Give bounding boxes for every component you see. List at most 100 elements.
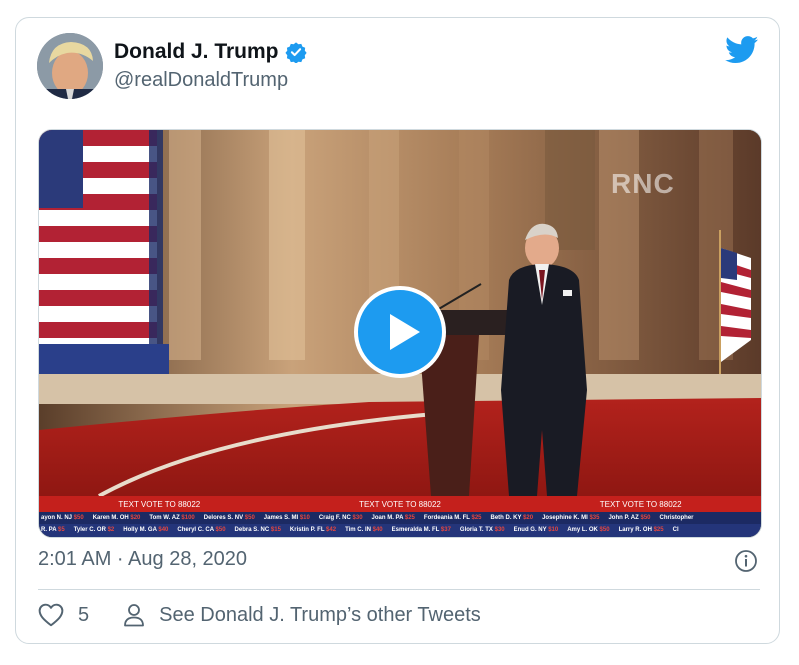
ticker-donor: Tom W. AZ $100: [149, 515, 194, 521]
divider: [38, 589, 760, 590]
ticker-donor-amount: $10: [546, 527, 559, 533]
ticker-donor-amount: $5: [56, 527, 65, 533]
ticker-vote-text: TEXT VOTE TO 88022: [359, 499, 441, 509]
ticker-donor: Karen M. OH $20: [93, 515, 141, 521]
see-other-tweets-link[interactable]: See Donald J. Trump’s other Tweets: [123, 603, 481, 627]
ticker-donor: Cl: [673, 527, 679, 533]
ticker-donor-amount: $100: [179, 515, 195, 521]
ticker-donor: Cheryl C. CA $50: [177, 527, 225, 533]
ticker-donor: R. PA $5: [41, 527, 65, 533]
ticker-vote-text: TEXT VOTE TO 88022: [118, 499, 201, 509]
ticker-donor-amount: $50: [638, 515, 651, 521]
video-player[interactable]: RNC TEXT VOTE TO 88022 TEXT VOTE TO 88022…: [38, 129, 762, 538]
ticker-donor: Esmeralda M. FL $37: [392, 527, 451, 533]
ticker-donor-name: ayon N. NJ: [41, 515, 73, 521]
ticker-donor: Delores S. NV $50: [204, 515, 255, 521]
ticker-donor-name: Enud G. NY: [513, 527, 547, 533]
ticker-donor: Larry R. OH $25: [619, 527, 664, 533]
verified-badge-icon: [284, 42, 307, 63]
display-name[interactable]: Donald J. Trump: [114, 40, 279, 64]
ticker-donor-amount: $2: [105, 527, 115, 533]
handle[interactable]: @realDonaldTrump: [114, 69, 288, 92]
info-icon[interactable]: [734, 549, 758, 573]
ticker-donor-name: Tom W. AZ: [149, 515, 180, 521]
tweet-card: Donald J. Trump @realDonaldTrump RNC TEX…: [15, 17, 780, 644]
ticker-donor-name: Amy L. OK: [567, 527, 598, 533]
ticker-donor-name: Beth D. KY: [490, 515, 522, 521]
ticker-donor: Kristin P. FL $42: [290, 527, 336, 533]
ticker-donor-amount: $42: [324, 527, 337, 533]
ticker-donor-amount: $25: [403, 515, 415, 521]
ticker-donor-amount: $35: [587, 515, 600, 521]
like-count: 5: [78, 603, 90, 626]
ticker-donor: Joan M. PA $25: [372, 515, 415, 521]
ticker-donor: Gloria T. TX $30: [460, 527, 505, 533]
ticker-donor-name: R. PA: [41, 527, 57, 533]
ticker-row: ayon N. NJ $50 Karen M. OH $20 Tom W. AZ $…: [39, 512, 761, 524]
ticker-vote-text: TEXT VOTE TO 88022: [599, 499, 682, 509]
person-icon: [124, 604, 145, 627]
ticker-donor: Christopher: [660, 515, 694, 521]
ticker-donor-amount: $25: [651, 527, 664, 533]
ticker-donor-amount: $37: [439, 527, 451, 533]
heart-icon: [38, 603, 64, 627]
ticker-donor: Tim C. IN $40: [345, 527, 383, 533]
ticker-donor: James S. MI $10: [264, 515, 310, 521]
ticker-donor: ayon N. NJ $50: [41, 515, 84, 521]
ticker-vote-banner: TEXT VOTE TO 88022 TEXT VOTE TO 88022 TEXT…: [39, 496, 761, 512]
ticker-donor-name: Karen M. OH: [92, 515, 129, 521]
ticker-donor: Tyler C. OR $2: [74, 527, 115, 533]
ticker-donor: Fordeania M. FL $25: [424, 515, 482, 521]
ticker-donor-amount: $15: [269, 527, 281, 533]
tweet-actions: 5 See Donald J. Trump’s other Tweets: [38, 603, 481, 627]
ticker-donor: Enud G. NY $10: [514, 527, 559, 533]
ticker-donor: Craig F. NC $30: [319, 515, 363, 521]
ticker-donor: John P. AZ $50: [608, 515, 650, 521]
ticker-donor-name: Josephine K. MI: [542, 515, 588, 521]
like-button[interactable]: 5: [38, 603, 89, 627]
play-button[interactable]: [354, 286, 446, 378]
ticker-donor-name: Holly M. GA: [123, 527, 157, 533]
ticker-donor-amount: $50: [213, 527, 226, 533]
ticker-donor-amount: $40: [156, 527, 169, 533]
ticker-donor-amount: $20: [521, 515, 534, 521]
ticker-donor-name: James S. MI: [263, 515, 299, 521]
donation-ticker: TEXT VOTE TO 88022 TEXT VOTE TO 88022 TEXT…: [39, 496, 761, 537]
ticker-donor-name: Christopher: [659, 515, 694, 521]
ticker-donor-name: Cheryl C. CA: [177, 527, 214, 533]
ticker-donor-name: Larry R. OH: [618, 527, 652, 533]
ticker-donor-name: John P. AZ: [608, 515, 639, 521]
ticker-donor-name: Esmeralda M. FL: [391, 527, 440, 533]
ticker-donor: Josephine K. MI $35: [542, 515, 599, 521]
ticker-donor-amount: $30: [350, 515, 363, 521]
ticker-row: R. PA $5 Tyler C. OR $2 Holly M. GA $40 Che…: [39, 524, 761, 537]
tweet-timestamp[interactable]: 2:01 AM · Aug 28, 2020: [38, 548, 247, 571]
ticker-donor-amount: $50: [72, 515, 84, 521]
ticker-donor-name: Fordeania M. FL: [423, 515, 470, 521]
ticker-donor-name: Cl: [672, 527, 679, 533]
ticker-donor-amount: $30: [492, 527, 505, 533]
ticker-donor: Amy L. OK $50: [567, 527, 609, 533]
ticker-donor-name: Delores S. NV: [203, 515, 244, 521]
see-other-tweets-label: See Donald J. Trump’s other Tweets: [159, 603, 481, 626]
ticker-donor-name: Joan M. PA: [371, 515, 404, 521]
ticker-donor-name: Tim C. IN: [345, 527, 371, 533]
avatar[interactable]: [37, 33, 103, 99]
ticker-donor-name: Tyler C. OR: [73, 527, 106, 533]
ticker-donor-amount: $25: [469, 515, 482, 521]
ticker-donor-name: Kristin P. FL: [289, 527, 325, 533]
ticker-donor-amount: $20: [128, 515, 141, 521]
ticker-donor: Holly M. GA $40: [123, 527, 168, 533]
ticker-donor: Beth D. KY $20: [491, 515, 534, 521]
ticker-donor-amount: $50: [597, 527, 610, 533]
ticker-donor: Debra S. NC $15: [235, 527, 281, 533]
ticker-donor-name: Craig F. NC: [318, 515, 351, 521]
rnc-watermark: RNC: [611, 168, 675, 199]
play-icon: [390, 314, 420, 350]
ticker-donor-name: Gloria T. TX: [459, 527, 493, 533]
ticker-donor-amount: $40: [370, 527, 383, 533]
ticker-donor-name: Debra S. NC: [234, 527, 270, 533]
twitter-bird-icon[interactable]: [725, 36, 759, 64]
ticker-donor-amount: $10: [298, 515, 310, 521]
ticker-donor-amount: $50: [243, 515, 255, 521]
